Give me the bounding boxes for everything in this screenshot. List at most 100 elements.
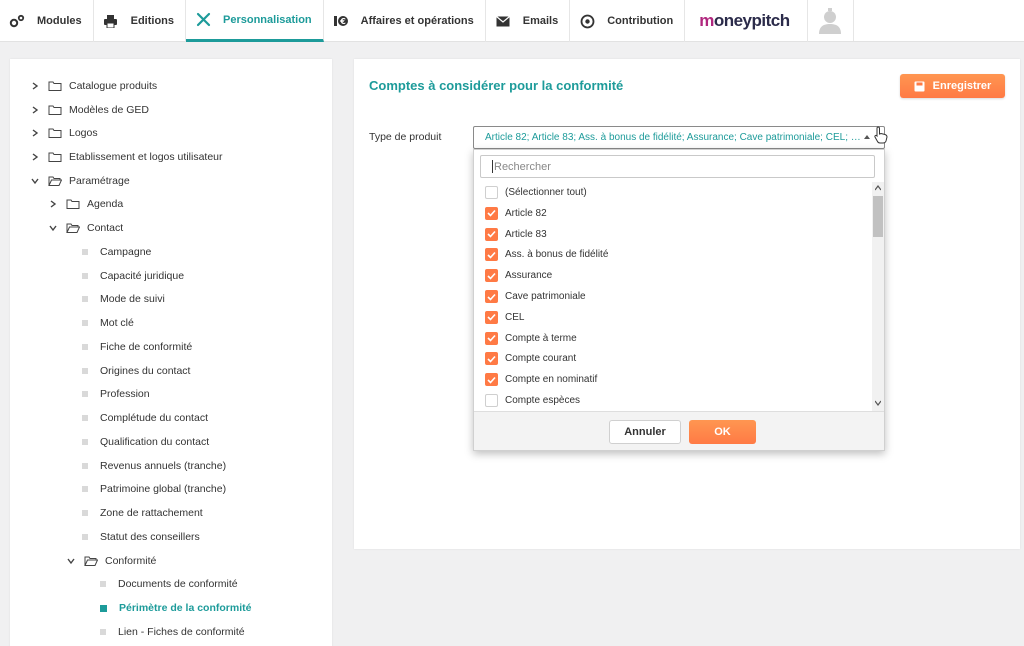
dropdown-option[interactable]: Article 82	[485, 203, 547, 223]
chevron-right-icon[interactable]	[30, 105, 40, 115]
option-label: Cave patrimoniale	[505, 291, 586, 302]
tree-item[interactable]: Origines du contact	[82, 361, 190, 381]
tree-item[interactable]: Paramétrage	[30, 171, 130, 191]
bullet-icon	[82, 486, 88, 492]
tab-emails[interactable]: Emails	[486, 0, 571, 42]
tree-item-label: Campagne	[100, 246, 152, 258]
tree-item[interactable]: Qualification du contact	[82, 432, 209, 452]
tree-item[interactable]: Zone de rattachement	[82, 503, 203, 523]
tree-item[interactable]: Catalogue produits	[30, 76, 157, 96]
checkbox-checked-icon[interactable]	[485, 373, 498, 387]
svg-text:€: €	[339, 17, 346, 26]
save-button[interactable]: Enregistrer	[900, 74, 1005, 98]
tree-item[interactable]: Complétude du contact	[82, 408, 208, 428]
tree-item-label: Périmètre de la conformité	[119, 602, 252, 614]
tab-label: Modules	[37, 15, 82, 27]
folder-icon	[48, 81, 62, 91]
dropdown-option[interactable]: Compte en nominatif	[485, 370, 597, 390]
checkbox-icon[interactable]	[485, 394, 498, 407]
top-navigation: Modules Editions Personnalisation € Affa…	[0, 0, 1024, 42]
checkbox-icon[interactable]	[485, 186, 498, 199]
money-icon: €	[333, 13, 349, 29]
option-label: CEL	[505, 311, 525, 323]
dropdown-option[interactable]: Compte courant	[485, 349, 576, 369]
checkbox-checked-icon[interactable]	[485, 248, 498, 262]
dropdown-search-input[interactable]: Rechercher	[480, 155, 875, 178]
checkbox-checked-icon[interactable]	[485, 310, 498, 324]
tab-label: Affaires et opérations	[360, 15, 474, 27]
bullet-icon	[82, 391, 88, 397]
text-caret	[492, 160, 493, 173]
bullet-icon	[82, 463, 88, 469]
tree-item-label: Agenda	[87, 198, 124, 210]
tree-item[interactable]: Contact	[48, 218, 123, 238]
tree-item[interactable]: Capacité juridique	[82, 266, 184, 286]
tree-item[interactable]: Conformité	[66, 551, 156, 571]
tree-item[interactable]: Campagne	[82, 242, 151, 262]
product-type-select[interactable]: Article 82; Article 83; Ass. à bonus de …	[473, 126, 885, 149]
ok-button[interactable]: OK	[689, 420, 756, 444]
dropdown-option[interactable]: Article 83	[485, 224, 547, 244]
settings-tree-panel: Catalogue produits Modèles de GED Logos Eta…	[10, 59, 332, 646]
dropdown-option[interactable]: Cave patrimoniale	[485, 287, 586, 307]
bullet-icon	[100, 629, 106, 635]
tree-item[interactable]: Mot clé	[82, 313, 134, 333]
dropdown-option[interactable]: Compte espèces	[485, 391, 580, 411]
chevron-right-icon[interactable]	[30, 81, 40, 91]
tree-item-label: Fiche de conformité	[100, 341, 193, 353]
tree-item[interactable]: Agenda	[48, 194, 123, 214]
tab-modules[interactable]: Modules	[0, 0, 94, 42]
checkbox-checked-icon[interactable]	[485, 290, 498, 303]
scroll-up-icon[interactable]	[875, 185, 881, 191]
tree-item[interactable]: Périmètre de la conformité	[100, 598, 251, 618]
tree-item-label: Logos	[69, 127, 98, 139]
chevron-down-icon[interactable]	[48, 223, 58, 233]
tab-editions[interactable]: Editions	[94, 0, 187, 42]
folder-icon	[48, 152, 62, 162]
tree-item[interactable]: Profession	[82, 384, 150, 404]
tree-item-label: Mot clé	[100, 317, 134, 329]
scroll-down-icon[interactable]	[875, 400, 881, 406]
chevron-right-icon[interactable]	[48, 199, 58, 209]
tab-affaires[interactable]: € Affaires et opérations	[324, 0, 486, 42]
options-scrollbar[interactable]	[872, 182, 884, 411]
tree-item-label: Mode de suivi	[100, 293, 165, 305]
user-avatar[interactable]	[808, 0, 854, 41]
chevron-right-icon[interactable]	[30, 128, 40, 138]
tab-personnalisation[interactable]: Personnalisation	[186, 0, 324, 42]
dropdown-option[interactable]: Assurance	[485, 266, 552, 286]
save-label: Enregistrer	[932, 80, 992, 92]
tree-item[interactable]: Documents de conformité	[100, 574, 238, 594]
tab-contribution[interactable]: Contribution	[570, 0, 686, 42]
tree-item[interactable]: Revenus annuels (tranche)	[82, 456, 226, 476]
tree-item[interactable]: Lien - Fiches de conformité	[100, 622, 245, 642]
caret-up-icon[interactable]	[864, 135, 870, 139]
tree-item[interactable]: Etablissement et logos utilisateur	[30, 147, 223, 167]
tree-item-label: Catalogue produits	[69, 80, 158, 92]
dropdown-option[interactable]: Ass. à bonus de fidélité	[485, 245, 608, 265]
dropdown-option[interactable]: Compte à terme	[485, 328, 577, 348]
envelope-icon	[495, 13, 511, 29]
checkbox-checked-icon[interactable]	[485, 269, 498, 283]
tree-item[interactable]: Statut des conseillers	[82, 527, 200, 547]
tree-item[interactable]: Fiche de conformité	[82, 337, 192, 357]
checkbox-checked-icon[interactable]	[485, 331, 498, 345]
dropdown-option[interactable]: (Sélectionner tout)	[485, 183, 587, 203]
chevron-down-icon[interactable]	[66, 556, 76, 566]
checkbox-checked-icon[interactable]	[485, 227, 498, 241]
tree-item[interactable]: Modèles de GED	[30, 100, 149, 120]
cancel-button[interactable]: Annuler	[609, 420, 681, 444]
scrollbar-thumb[interactable]	[873, 196, 883, 237]
tree-item[interactable]: Logos	[30, 123, 98, 143]
chevron-right-icon[interactable]	[30, 152, 40, 162]
tree-item[interactable]: Mode de suivi	[82, 289, 165, 309]
tree-item[interactable]: Patrimoine global (tranche)	[82, 479, 226, 499]
tab-label: Contribution	[607, 15, 674, 27]
product-type-dropdown: Rechercher (Sélectionner tout) Article 82…	[473, 149, 885, 451]
checkbox-checked-icon[interactable]	[485, 352, 498, 366]
bullet-icon	[82, 368, 88, 374]
chevron-down-icon[interactable]	[30, 176, 40, 186]
dropdown-option[interactable]: CEL	[485, 307, 524, 327]
bullet-icon	[82, 534, 88, 540]
checkbox-checked-icon[interactable]	[485, 206, 498, 220]
